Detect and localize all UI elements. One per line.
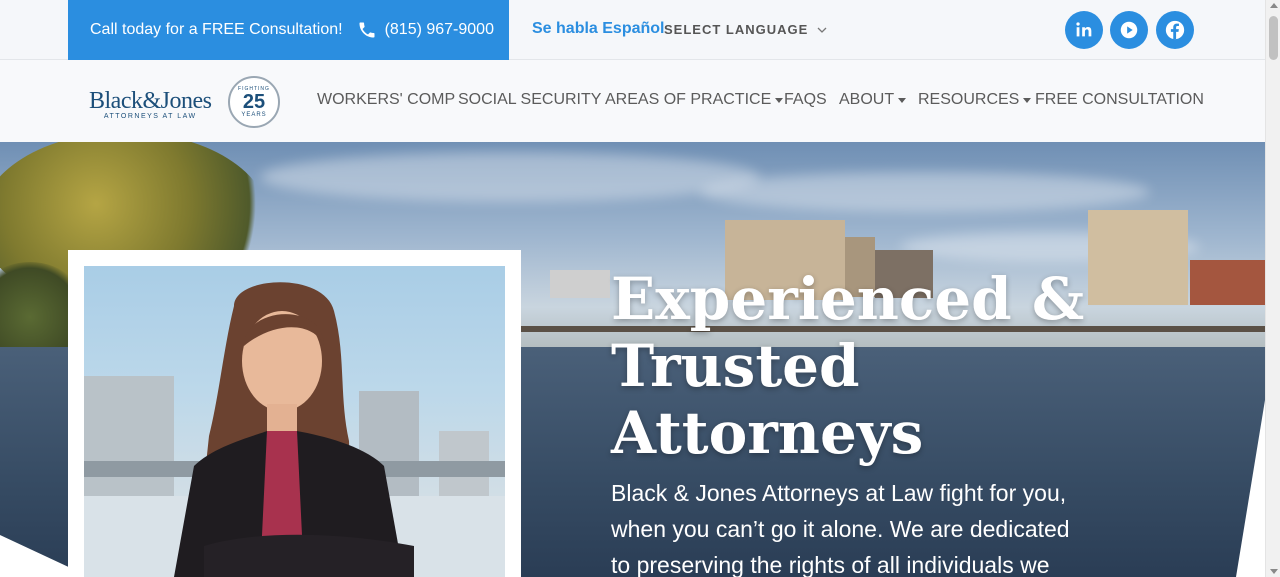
decorative-wedge xyxy=(1236,400,1265,577)
hero-description: Black & Jones Attorneys at Law fight for… xyxy=(611,480,1070,577)
nav-about[interactable]: ABOUT xyxy=(839,91,907,109)
youtube-link[interactable] xyxy=(1110,11,1148,49)
caret-down-icon xyxy=(898,97,907,103)
nav-workers-comp-label: WORKERS' COMP xyxy=(317,91,456,108)
nav-areas-of-practice-label: AREAS OF PRACTICE xyxy=(605,91,772,108)
call-text: Call today for a FREE Consultation! xyxy=(90,21,343,38)
headline-line-1: Experienced & xyxy=(611,265,1085,333)
top-bar: Call today for a FREE Consultation! (815… xyxy=(0,0,1265,60)
cloud xyxy=(260,152,760,202)
nav-social-security-label: SOCIAL SECURITY xyxy=(458,91,602,108)
nav-free-consultation-label: FREE CONSULTATION xyxy=(1035,91,1204,108)
caret-down-icon xyxy=(1023,97,1032,103)
call-banner[interactable]: Call today for a FREE Consultation! (815… xyxy=(68,0,509,60)
nav-resources[interactable]: RESOURCES xyxy=(918,91,1032,109)
badge-bottom-text: YEARS xyxy=(241,112,267,118)
attorney-portrait-illustration xyxy=(84,282,505,577)
headline-line-2: Trusted xyxy=(611,332,860,400)
caret-down-icon xyxy=(775,97,784,103)
language-select-label: SELECT LANGUAGE xyxy=(664,22,809,37)
nav-free-consultation[interactable]: FREE CONSULTATION xyxy=(1035,91,1204,109)
chevron-down-icon xyxy=(817,27,827,33)
nav-faqs-label: FAQS xyxy=(784,91,827,108)
anniversary-badge: FIGHTING 25 YEARS xyxy=(228,76,280,128)
site-logo[interactable]: Black&Jones ATTORNEYS AT LAW xyxy=(89,88,212,120)
scroll-up-arrow-icon[interactable] xyxy=(1269,3,1278,8)
nav-faqs[interactable]: FAQS xyxy=(784,91,827,109)
attorney-photo xyxy=(84,266,505,577)
headline-line-3: Attorneys xyxy=(611,399,924,467)
phone-number-link[interactable]: (815) 967-9000 xyxy=(385,21,494,39)
nav-areas-of-practice[interactable]: AREAS OF PRACTICE xyxy=(605,91,784,109)
hero-headline: Experienced & Trusted Attorneys xyxy=(611,266,1131,467)
youtube-icon xyxy=(1120,21,1138,39)
facebook-link[interactable] xyxy=(1156,11,1194,49)
page-scrollbar[interactable] xyxy=(1265,0,1280,577)
linkedin-icon xyxy=(1076,22,1092,37)
phone-icon xyxy=(357,20,377,40)
nav-workers-comp[interactable]: WORKERS' COMP xyxy=(317,91,455,109)
logo-tagline: ATTORNEYS AT LAW xyxy=(103,113,197,120)
nav-social-security[interactable]: SOCIAL SECURITY xyxy=(458,91,601,109)
spanish-spoken-link[interactable]: Se habla Español xyxy=(532,20,664,38)
nav-resources-label: RESOURCES xyxy=(918,91,1020,108)
scroll-down-arrow-icon[interactable] xyxy=(1269,569,1278,574)
nav-about-label: ABOUT xyxy=(839,91,895,108)
linkedin-link[interactable] xyxy=(1065,11,1103,49)
facebook-icon xyxy=(1165,20,1185,40)
badge-number: 25 xyxy=(242,91,266,113)
logo-name: Black&Jones xyxy=(89,88,212,114)
language-select[interactable]: SELECT LANGUAGE xyxy=(664,22,828,37)
scroll-thumb[interactable] xyxy=(1269,16,1278,60)
cloud xyxy=(700,172,1150,212)
